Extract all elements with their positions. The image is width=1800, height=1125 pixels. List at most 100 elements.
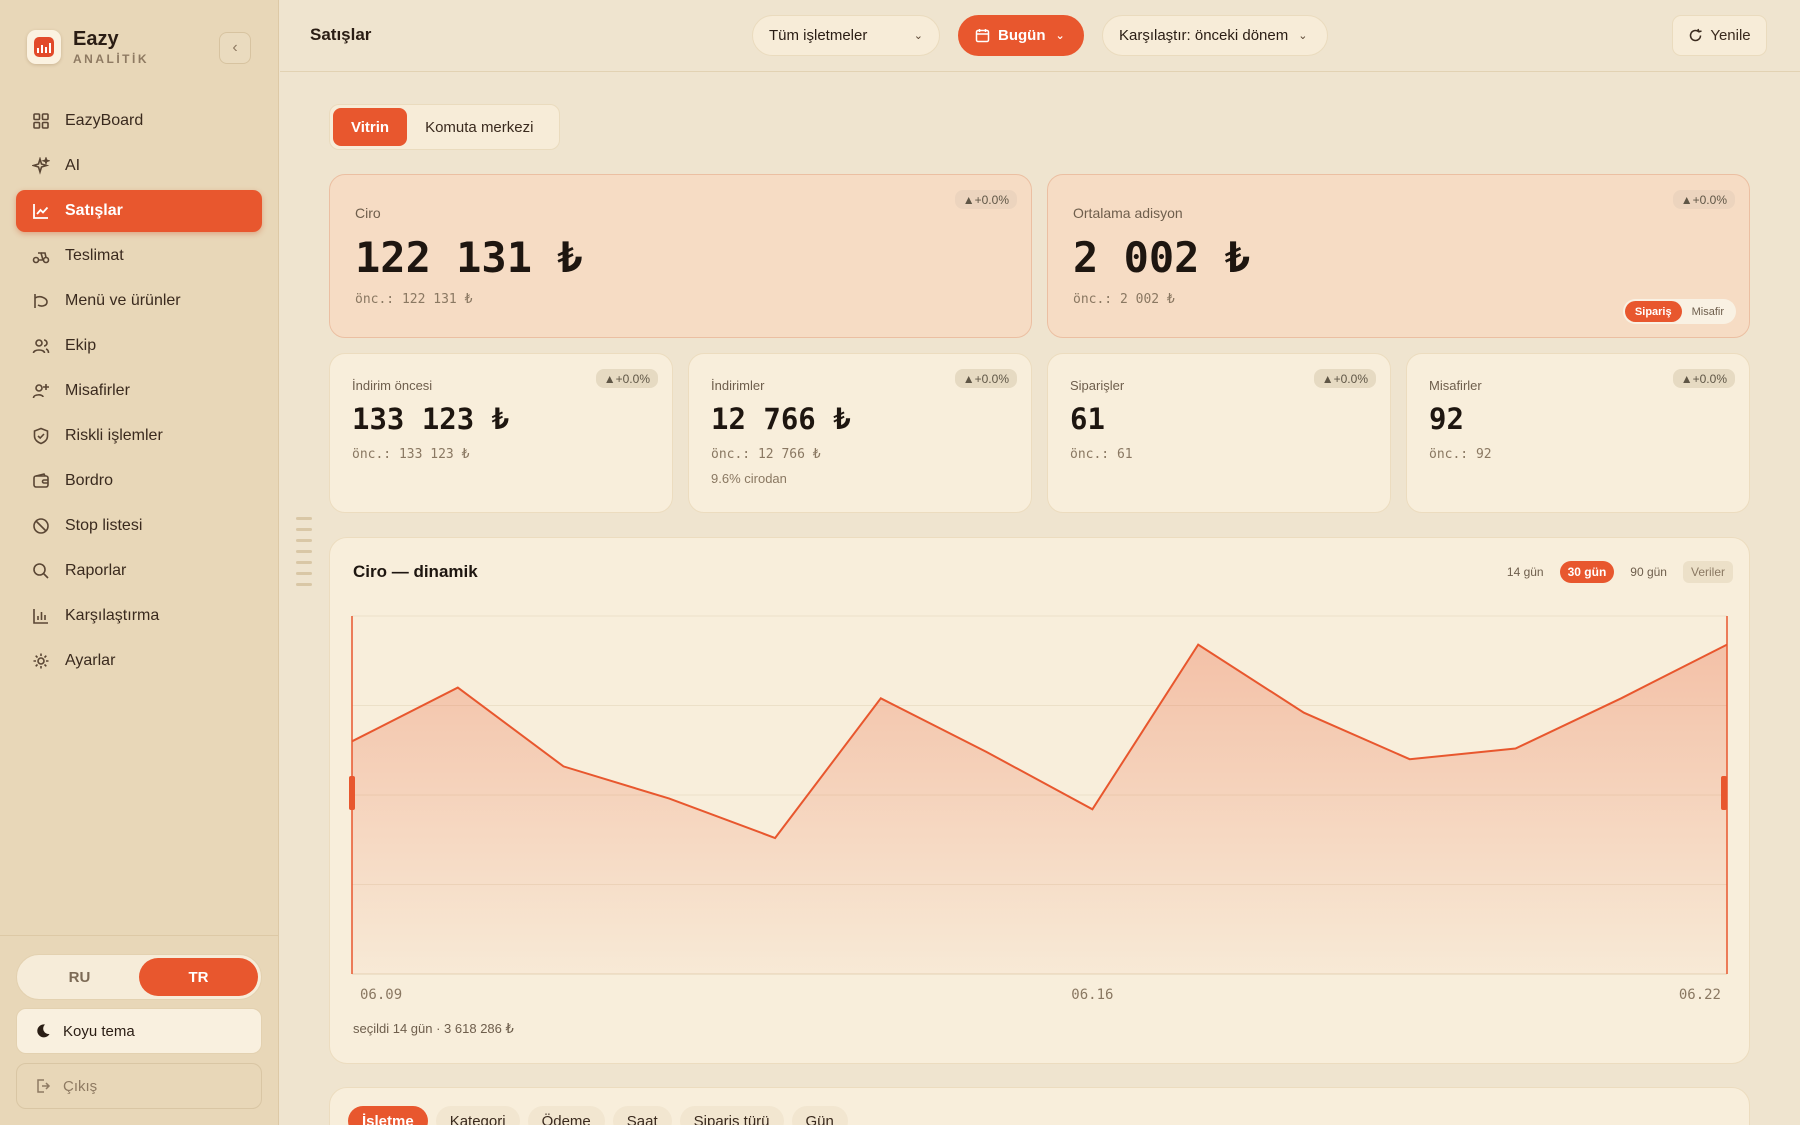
x-tick-label: 06.22 [1679,987,1721,1003]
sidebar-item-label: Satışlar [65,202,123,219]
chart-point-06.10[interactable] [455,685,461,691]
x-tick-label: 06.16 [1071,987,1113,1003]
chart-point-06.17[interactable] [1195,642,1201,648]
chevron-down-icon: ⌄ [1055,30,1065,42]
sidebar-item-team[interactable]: Ekip [16,325,262,367]
tab-hour[interactable]: Saat [612,1106,672,1125]
sidebar-nav: EazyBoard AI Satışlar Teslimat Menü ve ü… [16,100,262,685]
sidebar-item-stop-list[interactable]: Stop listesi [16,505,262,547]
chart-point-06.14[interactable] [878,695,884,701]
sidebar-item-label: Raporlar [65,562,127,579]
kpi-note: 9.6% cirodan [711,471,787,486]
collapse-sidebar-button[interactable]: ‹ [219,32,251,64]
refresh-label: Yenile [1710,27,1751,44]
tab-payment[interactable]: Ödeme [527,1106,605,1125]
sidebar-item-label: EazyBoard [65,112,144,129]
tab-order-type[interactable]: Sipariş türü [679,1106,784,1125]
toggle-option-guest[interactable]: Misafir [1682,301,1734,322]
kpi-previous: önc.: 12 766 ₺ [711,447,821,462]
tab-business[interactable]: İşletme [348,1106,428,1125]
kpi-card-guests: ▲+0.0% Misafirler 92 önc.: 92 [1406,353,1750,513]
top-bar: Satışlar Tüm işletmeler ⌄ Bugün ⌄ Karşıl… [280,0,1800,72]
kpi-value: 122 131 ₺ [355,233,583,282]
chart-point-06.22[interactable] [1724,642,1730,648]
sidebar-item-label: Ayarlar [65,652,116,669]
tab-category[interactable]: Kategori [435,1106,520,1125]
shield-icon [31,426,51,446]
chart-point-06.16[interactable] [1089,806,1095,812]
chart-point-06.21[interactable] [1618,695,1624,701]
sidebar-item-sales[interactable]: Satışlar [16,190,262,232]
sidebar-item-risky-operations[interactable]: Riskli işlemler [16,415,262,457]
refresh-button[interactable]: Yenile [1672,15,1767,56]
sidebar-item-delivery[interactable]: Teslimat [16,235,262,277]
drag-handle[interactable] [296,517,312,594]
dark-theme-button[interactable]: Koyu tema [16,1008,262,1054]
lang-option-tr[interactable]: TR [139,958,258,996]
chart-point-06.18[interactable] [1301,710,1307,716]
delta-badge: ▲+0.0% [954,190,1017,209]
chevron-down-icon: ⌄ [1298,30,1308,42]
chart-point-06.20[interactable] [1512,745,1518,751]
compare-filter-dropdown[interactable]: Karşılaştır: önceki dönem ⌄ [1102,15,1328,56]
sidebar-item-label: Stop listesi [65,517,143,534]
kpi-card-gross: ▲+0.0% İndirim öncesi 133 123 ₺ önc.: 13… [329,353,673,513]
delta-badge: ▲+0.0% [954,369,1017,388]
chart-point-06.11[interactable] [561,763,567,769]
sidebar-item-label: Riskli işlemler [65,427,163,444]
kpi-label: İndirimler [711,378,765,393]
sidebar-item-label: Misafirler [65,382,130,399]
kpi-card-revenue: ▲+0.0% Ciro 122 131 ₺ önc.: 122 131 ₺ [329,174,1032,338]
chart-point-06.15[interactable] [984,749,990,755]
sidebar-item-ai[interactable]: AI [16,145,262,187]
gear-icon [31,651,51,671]
logout-button[interactable]: Çıkış [16,1063,262,1109]
sidebar-item-settings[interactable]: Ayarlar [16,640,262,682]
average-basis-toggle: Sipariş Misafir [1622,299,1736,324]
sidebar-item-reports[interactable]: Raporlar [16,550,262,592]
sidebar-item-label: Menü ve ürünler [65,292,181,309]
delta-badge: ▲+0.0% [1313,369,1376,388]
language-toggle: RU TR [16,954,262,1000]
grid-icon [31,111,51,131]
tab-day[interactable]: Gün [791,1106,848,1125]
business-filter-dropdown[interactable]: Tüm işletmeler ⌄ [752,15,940,56]
sidebar-item-guests[interactable]: Misafirler [16,370,262,412]
sidebar-item-payroll[interactable]: Bordro [16,460,262,502]
toggle-option-order[interactable]: Sipariş [1624,301,1682,322]
sidebar-item-comparison[interactable]: Karşılaştırma [16,595,262,637]
date-filter-dropdown[interactable]: Bugün ⌄ [958,15,1084,56]
page-title: Satışlar [310,25,372,44]
sidebar-item-menu[interactable]: Menü ve ürünler [16,280,262,322]
date-filter-label: Bugün [998,27,1046,44]
chart-point-06.13[interactable] [772,835,778,841]
tab-vitrin[interactable]: Vitrin [333,108,408,146]
chart-point-06.19[interactable] [1407,756,1413,762]
kpi-previous: önc.: 133 123 ₺ [352,447,470,462]
sidebar: Eazy ANALİTİK ‹ EazyBoard AI Satışlar Te… [0,0,279,1125]
chevron-down-icon: ⌄ [913,30,923,42]
lang-option-ru[interactable]: RU [20,958,139,996]
kpi-label: Misafirler [1429,378,1482,393]
kpi-label: Ortalama adisyon [1073,205,1183,221]
logout-icon [35,1078,51,1094]
range-handle-left[interactable] [349,776,355,810]
range-handle-right[interactable] [1721,776,1727,810]
brand-subtitle: ANALİTİK [73,52,149,66]
brand-logo-icon [27,30,61,64]
kpi-previous: önc.: 2 002 ₺ [1073,292,1175,307]
delta-badge: ▲+0.0% [595,369,658,388]
x-tick-label: 06.09 [360,987,402,1003]
logout-label: Çıkış [63,1077,98,1095]
chart-point-06.09[interactable] [349,738,355,744]
sidebar-item-label: Karşılaştırma [65,607,160,624]
kpi-previous: önc.: 92 [1429,447,1492,462]
view-tabs: Vitrin Komuta merkezi [329,104,560,150]
users-icon [31,336,51,356]
calendar-icon [975,28,990,43]
kpi-value: 92 [1429,402,1464,436]
breakdown-card: İşletme Kategori Ödeme Saat Sipariş türü… [329,1087,1750,1125]
sidebar-item-eazyboard[interactable]: EazyBoard [16,100,262,142]
chart-point-06.12[interactable] [666,796,672,802]
tab-command-center[interactable]: Komuta merkezi [407,108,551,146]
